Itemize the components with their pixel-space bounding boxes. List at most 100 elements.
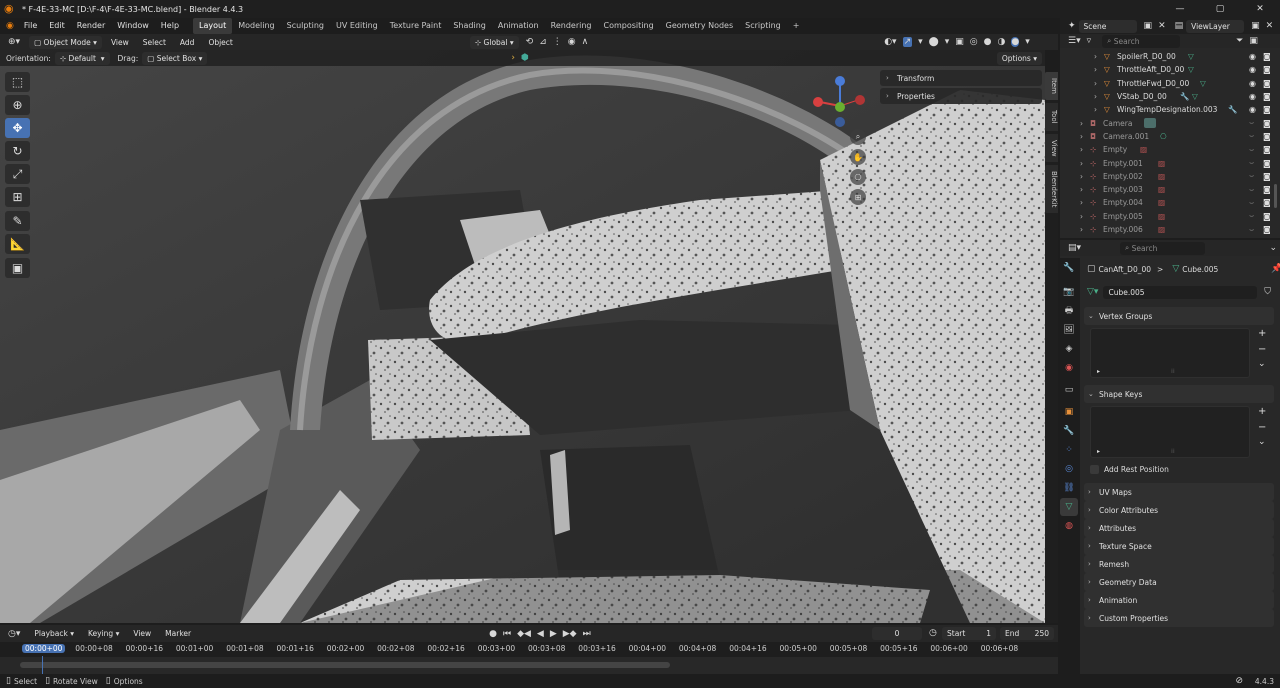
workspace-tab-shading[interactable]: Shading (447, 18, 492, 34)
outliner-item[interactable]: › ⊹ Empty.006 ▨ ⌣ ◙ (1060, 223, 1280, 236)
render-camera-icon[interactable]: ◙ (1263, 119, 1271, 128)
blender-menu-icon[interactable]: ◉ (6, 21, 14, 31)
measure-tool[interactable]: 📐 (5, 234, 30, 254)
outliner-item[interactable]: › ⊹ Empty.001 ▨ ⌣ ◙ (1060, 156, 1280, 169)
workspace-tab-geometry-nodes[interactable]: Geometry Nodes (660, 18, 739, 34)
shape-key-menu-icon[interactable]: ⌄ (1258, 437, 1266, 447)
new-viewlayer-icon[interactable]: ▣ (1251, 21, 1260, 31)
mesh-name-field[interactable]: Cube.005 (1103, 285, 1258, 299)
next-keyframe-icon[interactable]: ▶◆ (563, 629, 577, 639)
object-menu[interactable]: Object (203, 36, 237, 49)
add-cube-tool[interactable]: ▣ (5, 258, 30, 278)
render-tab-icon[interactable]: 📷 (1060, 283, 1078, 301)
render-camera-icon[interactable]: ◙ (1263, 52, 1271, 61)
view-layer-tab-icon[interactable]: 🖼 (1060, 321, 1078, 339)
outliner-item[interactable]: › ▽ SpoilerR_D0_00 ▽ ◉ ◙ (1060, 50, 1280, 63)
workspace-tab-texture-paint[interactable]: Texture Paint (384, 18, 448, 34)
properties-options-icon[interactable]: ⌄ (1269, 243, 1277, 253)
outliner-item[interactable]: › ⊹ Empty.004 ▨ ⌣ ◙ (1060, 196, 1280, 209)
panel-color-attributes[interactable]: › Color Attributes (1084, 501, 1274, 519)
eye-closed-icon[interactable]: ⌣ (1249, 171, 1254, 181)
preview-range-icon[interactable]: ◷ (929, 628, 937, 638)
menu-render[interactable]: Render (71, 18, 111, 34)
material-shading-icon[interactable]: ◑ (997, 37, 1005, 47)
fake-user-shield-icon[interactable]: ⛉ (1264, 287, 1271, 297)
timeline-body[interactable] (0, 657, 1058, 674)
select-menu[interactable]: Select (138, 36, 171, 49)
zoom-view-icon[interactable]: ⌕ (850, 129, 866, 145)
y-axis-icon[interactable] (835, 102, 845, 112)
panel-vertex-groups[interactable]: ⌄ Vertex Groups (1084, 307, 1274, 325)
workspace-tab-compositing[interactable]: Compositing (598, 18, 660, 34)
proportional-edit-icon[interactable]: ◉ (568, 37, 576, 47)
render-camera-icon[interactable]: ◙ (1263, 105, 1271, 114)
falloff-icon[interactable]: ∧ (582, 37, 589, 47)
physics-tab-icon[interactable]: ◎ (1060, 460, 1078, 478)
eye-closed-icon[interactable]: ⌣ (1249, 131, 1254, 141)
panel-shape-keys[interactable]: ⌄ Shape Keys (1084, 385, 1274, 403)
eye-icon[interactable]: ◉ (1249, 52, 1256, 61)
properties-search-input[interactable]: ⌕ Search (1120, 241, 1206, 255)
particles-tab-icon[interactable]: ⁘ (1060, 441, 1078, 459)
eye-closed-icon[interactable]: ⌣ (1249, 118, 1254, 128)
outliner-item[interactable]: › ⊹ Empty.003 ▨ ⌣ ◙ (1060, 183, 1280, 196)
perspective-toggle-icon[interactable]: ⊞ (850, 189, 866, 205)
eye-icon[interactable]: ◉ (1249, 92, 1256, 101)
current-frame-field[interactable]: 0 (872, 627, 922, 640)
workspace-tab-layout[interactable]: Layout (193, 18, 233, 34)
render-camera-icon[interactable]: ◙ (1263, 145, 1271, 154)
x-axis-icon[interactable] (813, 97, 823, 107)
new-scene-icon[interactable]: ▣ (1144, 21, 1153, 31)
drag-selector[interactable]: ▢ Select Box ▾ (142, 51, 208, 65)
scene-tab-icon[interactable]: ◈ (1060, 340, 1078, 358)
remove-shape-key-icon[interactable]: − (1258, 422, 1266, 433)
object-tab-icon[interactable]: ▣ (1060, 403, 1078, 421)
z-axis-icon[interactable] (835, 76, 845, 86)
sidebar-tab-blenderkit[interactable]: BlenderKit (1045, 165, 1058, 213)
workspace-tab-scripting[interactable]: Scripting (739, 18, 787, 34)
pin-icon[interactable]: 📌 (1271, 264, 1280, 274)
world-tab-icon[interactable]: ◉ (1060, 359, 1078, 377)
solid-shading-icon[interactable]: ● (984, 37, 992, 47)
options-button[interactable]: Options ▾ (996, 51, 1042, 65)
vertex-groups-list[interactable]: ▸ ⁞⁞ (1090, 328, 1250, 378)
scale-tool[interactable]: ⤢ (5, 164, 30, 184)
view-menu[interactable]: View (106, 36, 134, 49)
select-box-tool[interactable]: ⬚ (5, 72, 30, 92)
wireframe-shading-icon[interactable]: ◎ (970, 37, 978, 47)
3d-viewport[interactable] (0, 50, 1045, 623)
prev-keyframe-icon[interactable]: ◆◀ (517, 629, 531, 639)
delete-viewlayer-icon[interactable]: ✕ (1266, 21, 1274, 31)
outliner-item[interactable]: › ⊹ Empty.005 ▨ ⌣ ◙ (1060, 210, 1280, 223)
viewlayer-selector[interactable]: ViewLayer (1186, 19, 1245, 33)
timeline-view-menu[interactable]: View (128, 627, 156, 640)
move-tool[interactable]: ✥ (5, 118, 30, 138)
workspace-tab-sculpting[interactable]: Sculpting (281, 18, 330, 34)
add-rest-position-checkbox[interactable]: Add Rest Position (1090, 465, 1169, 474)
render-camera-icon[interactable]: ◙ (1263, 225, 1271, 234)
menu-file[interactable]: File (18, 18, 43, 34)
mode-selector[interactable]: ▢ Object Mode ▾ (29, 35, 102, 49)
playback-menu[interactable]: Playback ▾ (29, 627, 79, 640)
panel-uv-maps[interactable]: › UV Maps (1084, 483, 1274, 501)
panel-geometry-data[interactable]: › Geometry Data (1084, 573, 1274, 591)
filter-icon[interactable]: ▿ (1087, 36, 1092, 46)
sidebar-tab-item[interactable]: Item (1045, 72, 1058, 100)
eye-closed-icon[interactable]: ⌣ (1249, 211, 1254, 221)
render-camera-icon[interactable]: ◙ (1263, 65, 1271, 74)
collection-tab-icon[interactable]: ▭ (1060, 381, 1078, 399)
cursor-tool[interactable]: ⊕ (5, 95, 30, 115)
outliner-item[interactable]: › ▽ VStab_D0_00 🔧 ▽ ◉ ◙ (1060, 90, 1280, 103)
transform-panel-header[interactable]: › Transform (880, 70, 1042, 86)
render-camera-icon[interactable]: ◙ (1263, 79, 1271, 88)
panel-texture-space[interactable]: › Texture Space (1084, 537, 1274, 555)
add-vertex-group-icon[interactable]: + (1258, 328, 1266, 339)
list-resize-handle-icon[interactable]: ⁞⁞ (1171, 368, 1175, 375)
gizmo-toggle-icon[interactable]: ↗ (902, 37, 913, 47)
shape-keys-list[interactable]: ▸ ⁞⁞ (1090, 406, 1250, 458)
render-camera-icon[interactable]: ◙ (1263, 198, 1271, 207)
data-tab-icon[interactable]: ▽ (1060, 498, 1078, 516)
outliner-item[interactable]: › ◘ Camera ⌣ ◙ (1060, 116, 1280, 129)
orientation-selector[interactable]: ⊹ Default ▾ (54, 51, 110, 65)
minimize-button[interactable]: — (1160, 0, 1200, 18)
